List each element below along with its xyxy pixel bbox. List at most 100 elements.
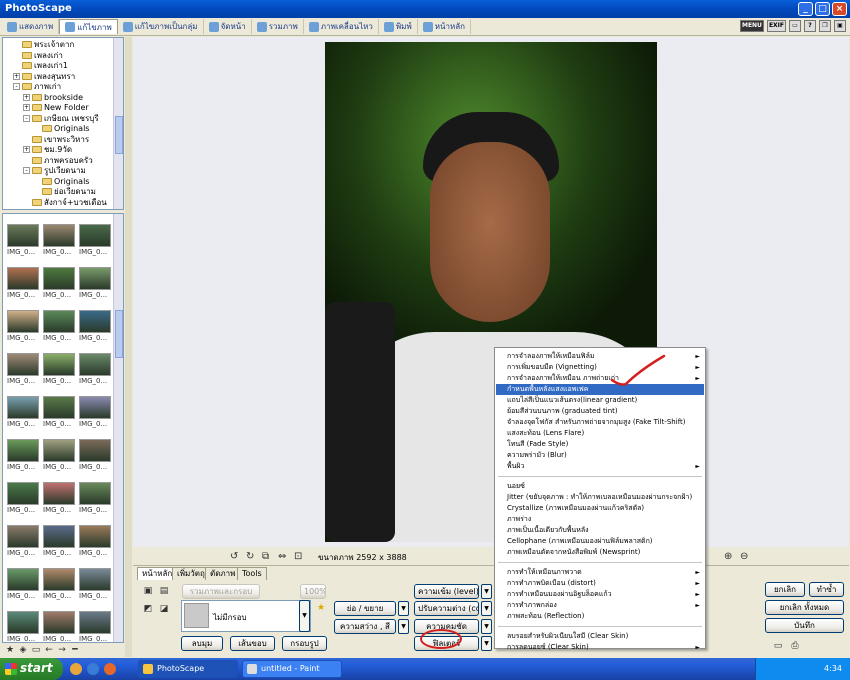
sharpen-dropdown[interactable]: ▼ <box>481 619 492 634</box>
tree-item[interactable]: - รูปเวียดนาม <box>23 165 86 176</box>
expand-toggle-icon[interactable]: - <box>23 167 30 174</box>
forward-icon[interactable]: → <box>57 645 67 655</box>
undo-button[interactable]: ยกเลิก <box>765 582 805 597</box>
open-folder-icon[interactable]: ▭ <box>773 641 783 651</box>
menu-item[interactable]: การจำลองภาพให้เหมือน ภาพถ่ายเก่า ► <box>496 373 704 384</box>
zoom-out-icon[interactable]: ⊖ <box>740 552 750 562</box>
thumbnail[interactable]: IMG_0... <box>7 611 43 642</box>
menu-item[interactable]: พื้นผิว ► <box>496 461 704 472</box>
thumbnail[interactable]: IMG_0... <box>43 310 79 354</box>
thumbnail[interactable]: IMG_0... <box>79 353 115 397</box>
resize-dropdown[interactable]: ▼ <box>398 601 409 616</box>
tab-tools[interactable]: Tools <box>237 567 267 580</box>
menu-item[interactable]: ภาพเหมือนตัดจากหนังสือพิมพ์ (Newsprint) <box>496 547 704 558</box>
thumbnail[interactable]: IMG_0... <box>43 439 79 483</box>
menu-item[interactable]: ภาพเป็นเนื้อเดียวกับพื้นหลัง <box>496 525 704 536</box>
tab-5[interactable]: ภาพเคลื่อนไหว <box>304 19 379 34</box>
back-icon[interactable]: ← <box>44 645 54 655</box>
thumbnail[interactable]: IMG_0... <box>79 525 115 569</box>
menu-item[interactable]: การเพิ่มขอบมืด (Vignetting) ► <box>496 362 704 373</box>
start-button[interactable]: start <box>0 658 63 680</box>
frame-button[interactable]: กรอบรูป <box>282 636 327 651</box>
thumbnail[interactable]: IMG_0... <box>79 224 115 268</box>
palette-icon[interactable]: ▤ <box>159 586 169 596</box>
zoom-in-icon[interactable]: ⊕ <box>724 552 734 562</box>
menu-item[interactable]: การทำให้เหมือนภาพวาด ► <box>496 567 704 578</box>
tree-item[interactable]: + brookside <box>23 92 83 103</box>
resize-button[interactable]: ย่อ / ขยาย <box>334 601 396 616</box>
thumbnail[interactable]: IMG_0... <box>7 224 43 268</box>
thumbnail[interactable]: IMG_0... <box>43 568 79 612</box>
firefox-icon[interactable] <box>104 663 116 675</box>
tab-7[interactable]: หน้าหลัก <box>418 19 471 34</box>
thumbnail[interactable]: IMG_0... <box>43 224 79 268</box>
chrome-icon[interactable] <box>70 663 82 675</box>
round-corner-button[interactable]: ลบมุม <box>181 636 223 651</box>
expand-toggle-icon[interactable]: + <box>23 146 30 153</box>
tree-scrollbar[interactable] <box>113 38 123 209</box>
menu-item[interactable]: แถบไล่สีเป็นแนวเส้นตรง(linear gradient) <box>496 395 704 406</box>
filter-icon[interactable]: ◈ <box>18 645 28 655</box>
expand-toggle-icon[interactable]: + <box>23 104 30 111</box>
menu-item[interactable]: Cellophane (ภาพเหมือนมองผ่านฟิล์มพลาสติก… <box>496 536 704 547</box>
taskbar-item-paint[interactable]: untitled - Paint <box>242 660 342 678</box>
rotate-left-icon[interactable]: ↺ <box>230 552 240 562</box>
redo-button[interactable]: ทำซ้ำ <box>809 582 844 597</box>
brightness-dropdown[interactable]: ▼ <box>398 619 409 634</box>
thumbnail[interactable]: IMG_0... <box>79 611 115 642</box>
close-panel-icon[interactable]: ▣ <box>834 20 846 32</box>
thumbnail[interactable]: IMG_0... <box>43 396 79 440</box>
contrast-icon[interactable]: ◩ <box>143 604 153 614</box>
tab-4[interactable]: รวมภาพ <box>252 19 304 34</box>
tree-item[interactable]: - เกษียณ เพชรบุรี <box>23 113 99 124</box>
rotate-right-icon[interactable]: ↻ <box>246 552 256 562</box>
border-button[interactable]: เส้นขอบ <box>230 636 275 651</box>
folder-open-icon[interactable]: ▭ <box>31 645 41 655</box>
thumbnail[interactable]: IMG_0... <box>79 310 115 354</box>
exif-button[interactable]: EXIF <box>766 20 786 32</box>
compare-icon[interactable]: ⧉ <box>262 552 272 562</box>
fit-icon[interactable]: ⊡ <box>294 552 304 562</box>
folder-icon[interactable]: ▭ <box>789 20 801 32</box>
tab-1[interactable]: แก้ไขภาพ <box>59 19 118 34</box>
maximize-button[interactable]: □ <box>815 2 830 16</box>
flip-icon[interactable]: ⇔ <box>278 552 288 562</box>
tree-item[interactable]: สังกาจ์+บวชเดือน <box>23 197 107 208</box>
thumbnail-grid[interactable]: IMG_0... IMG_0... IMG_0... IMG_0... IMG_0...… <box>2 213 124 643</box>
close-button[interactable]: × <box>832 2 847 16</box>
expand-toggle-icon[interactable]: - <box>23 114 30 122</box>
ie-icon[interactable] <box>87 663 99 675</box>
thumbnail[interactable]: IMG_0... <box>43 482 79 526</box>
thumbnail[interactable]: IMG_0... <box>79 396 115 440</box>
frame-dropdown[interactable]: ▼ <box>299 600 310 632</box>
menu-item[interactable]: การทำเหมือนมองผ่านอิฐบล็อคแก้ว ► <box>496 589 704 600</box>
tree-item[interactable]: - ภาพเก่า <box>13 81 61 92</box>
level-dropdown[interactable]: ▼ <box>481 584 492 599</box>
tab-0[interactable]: แสดงภาพ <box>2 19 60 34</box>
menu-item[interactable]: ภาพร่าง <box>496 514 704 525</box>
expand-toggle-icon[interactable]: - <box>13 83 20 90</box>
thumbnail[interactable]: IMG_0... <box>7 568 43 612</box>
size-slider-icon[interactable]: ━ <box>70 645 80 655</box>
thumbnail[interactable]: IMG_0... <box>7 525 43 569</box>
menu-item[interactable]: แสงสะท้อน (Lens Flare) <box>496 428 704 439</box>
thumbnail[interactable]: IMG_0... <box>7 310 43 354</box>
filter-dropdown[interactable]: ▼ <box>481 636 492 651</box>
folder-tree[interactable]: พระเจ้าตาก เพลงเก่า เพลงเก่า1 + เพลงสุนทรา - ภ… <box>2 37 124 210</box>
tab-6[interactable]: พิมพ์ <box>379 19 418 34</box>
thumbnail[interactable]: IMG_0... <box>43 353 79 397</box>
taskbar-item-photoscape[interactable]: PhotoScape <box>138 660 238 678</box>
thumbnail[interactable]: IMG_0... <box>79 568 115 612</box>
thumbnail[interactable]: IMG_0... <box>43 611 79 642</box>
expand-toggle-icon[interactable]: + <box>23 93 30 101</box>
panel-splitter[interactable] <box>125 37 132 657</box>
brightness-button[interactable]: ความสว่าง , สี <box>334 619 396 634</box>
menu-item[interactable]: Jitter (ขยับจุดภาพ : ทำให้ภาพเบลอเหมือนม… <box>496 492 704 503</box>
tab-3[interactable]: จัดหน้า <box>204 19 252 34</box>
save-button[interactable]: บันทึก <box>765 618 844 633</box>
window-mode-icon[interactable]: ❐ <box>819 20 831 32</box>
minimize-button[interactable]: _ <box>798 2 813 16</box>
undo-all-button[interactable]: ยกเลิก ทั้งหมด <box>765 600 844 615</box>
menu-item[interactable]: การทำภาพกล่อง ► <box>496 600 704 611</box>
expand-toggle-icon[interactable]: + <box>13 72 20 80</box>
